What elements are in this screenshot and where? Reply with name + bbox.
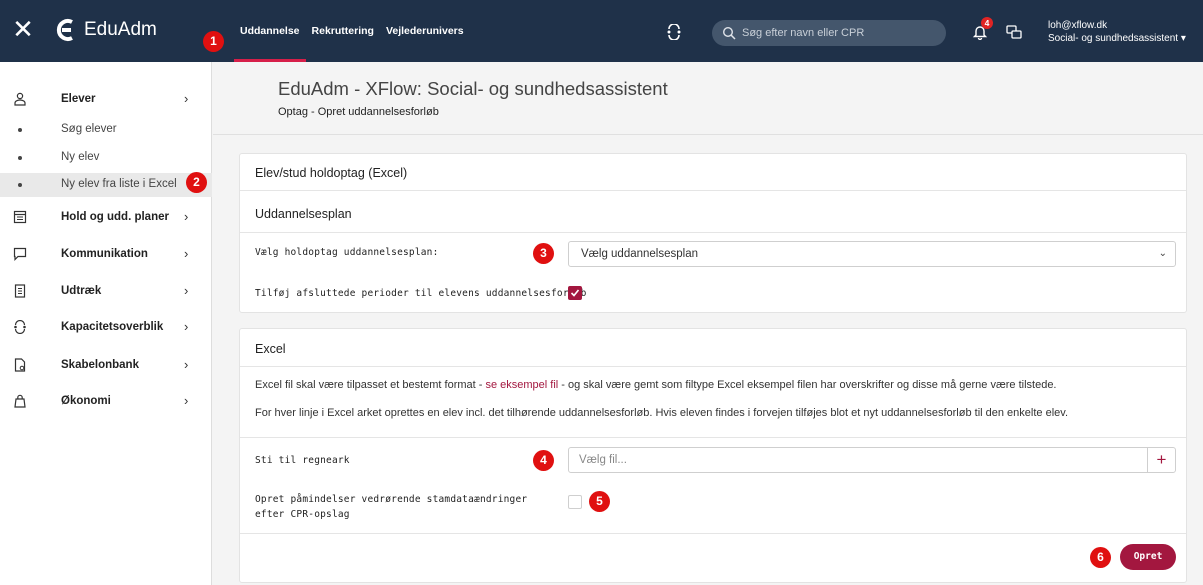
sidebar-item-kapacitet[interactable]: Kapacitetsoverblik › [0,316,212,340]
user-role-line: Social- og sundhedsassistent ▾ [1048,32,1186,45]
opret-button[interactable]: Opret [1120,544,1176,570]
user-email: loh@xflow.dk [1048,20,1108,31]
chat-icon [13,247,27,261]
search-icon [722,26,736,40]
callout-badge: 3 [533,243,554,264]
search-input[interactable] [742,20,938,46]
divider [240,366,1186,367]
card-heading: Excel [255,342,286,356]
document-icon [14,284,26,298]
sidebar-item-elever[interactable]: Elever › [0,88,212,112]
excel-info-text: For hver linje i Excel arket oprettes en… [255,407,1068,419]
divider [240,190,1186,191]
chevron-right-icon: › [184,283,189,298]
user-menu[interactable]: loh@xflow.dk Social- og sundhedsassisten… [1048,19,1186,45]
callout-badge: 4 [533,450,554,471]
periods-label: Tilføj afsluttede perioder til elevens u… [255,288,587,299]
sidebar-item-kommunikation[interactable]: Kommunikation › [0,243,212,267]
sidebar-item-label: Økonomi [61,395,111,407]
top-bar: ✕ EduAdm Uddannelse Rekruttering Vejlede… [0,0,1203,62]
eduadm-logo-icon [56,19,73,41]
periods-checkbox[interactable] [568,286,582,300]
card-heading: Elev/stud holdoptag (Excel) [255,166,408,180]
plan-select[interactable]: Vælg uddannelsesplan ⌄ [568,241,1176,267]
excel-format-text: Excel fil skal være tilpasset et bestemt… [255,379,1057,391]
example-file-link[interactable]: se eksempel fil [485,379,558,391]
chevron-right-icon: › [184,393,189,408]
file-picker[interactable]: + [568,447,1176,473]
chevron-right-icon: › [184,209,189,224]
chevron-down-icon: ⌄ [1158,248,1167,259]
bullet-icon [18,183,22,187]
user-role: Social- og sundhedsassistent [1048,33,1179,44]
search-box[interactable] [712,20,946,46]
file-label: Sti til regneark [255,455,350,466]
callout-badge: 2 [186,172,207,193]
divider [213,134,1203,135]
bag-icon [14,394,26,408]
sidebar-item-label: Hold og udd. planer [61,211,169,223]
chevron-right-icon: › [184,91,189,106]
add-file-button[interactable]: + [1147,448,1175,472]
capacity-icon [14,320,26,334]
chevron-right-icon: › [184,357,189,372]
callout-badge: 5 [589,491,610,512]
sidebar-subitem-label: Ny elev [61,151,100,163]
section-heading: Uddannelsesplan [255,207,352,221]
bullet-icon [18,156,22,160]
divider [240,437,1186,438]
sidebar-item-udtraek[interactable]: Udtræk › [0,280,212,304]
callout-badge: 1 [203,31,224,52]
reminder-label-line: Opret påmindelser vedrørende stamdataænd… [255,494,528,505]
nav-vejlederunivers[interactable]: Vejlederunivers [386,0,464,62]
excel-card: Excel Excel fil skal være tilpasset et b… [239,328,1187,583]
notification-count-badge: 4 [981,17,993,29]
sidebar-subitem-ny-elev-excel[interactable]: Ny elev fra liste i Excel [0,173,212,197]
chevron-right-icon: › [184,319,189,334]
sidebar-subitem-sog-elever[interactable]: Søg elever [0,118,212,142]
excel-text-part: - og skal være gemt som filtype Excel ek… [558,379,1057,391]
excel-text-part: Excel fil skal være tilpasset et bestemt… [255,379,486,391]
sidebar-item-hold[interactable]: Hold og udd. planer › [0,206,212,230]
sidebar: Elever › Søg elever Ny elev Ny elev fra … [0,62,212,585]
calendar-icon [13,210,27,224]
checkmark-icon [570,289,580,297]
sidebar-item-label: Kommunikation [61,248,148,260]
sidebar-item-skabelonbank[interactable]: Skabelonbank › [0,354,212,378]
holdoptag-card: Elev/stud holdoptag (Excel) Uddannelsesp… [239,153,1187,313]
capacity-icon[interactable] [666,24,682,40]
reminder-label: Opret påmindelser vedrørende stamdataænd… [255,492,527,522]
plan-label: Vælg holdoptag uddannelsesplan: [255,247,439,258]
sidebar-subitem-ny-elev[interactable]: Ny elev [0,146,212,170]
sidebar-item-label: Skabelonbank [61,359,139,371]
app-name[interactable]: EduAdm [84,19,157,41]
file-path-input[interactable] [579,448,1139,472]
chevron-down-icon: ▾ [1180,33,1186,44]
main-nav: Uddannelse Rekruttering Vejlederunivers [234,0,464,62]
person-icon [14,92,26,106]
sidebar-item-label: Udtræk [61,285,102,297]
select-value: Vælg uddannelsesplan [581,248,699,260]
sidebar-subitem-label: Ny elev fra liste i Excel [61,178,177,190]
callout-badge: 6 [1090,547,1111,568]
chevron-right-icon: › [184,246,189,261]
page-subtitle: Optag - Opret uddannelsesforløb [278,106,439,118]
sidebar-item-label: Kapacitetsoverblik [61,321,164,333]
close-icon[interactable]: ✕ [12,16,34,42]
bullet-icon [18,128,22,132]
switch-role-icon[interactable] [1006,25,1022,39]
sidebar-item-label: Elever [61,93,96,105]
template-icon [14,358,26,372]
reminder-checkbox[interactable] [568,495,582,509]
divider [240,232,1186,233]
divider [240,533,1186,534]
sidebar-subitem-label: Søg elever [61,123,117,135]
nav-uddannelse[interactable]: Uddannelse [234,0,305,62]
page-title: EduAdm - XFlow: Social- og sundhedsassis… [278,78,668,99]
reminder-label-line: efter CPR-opslag [255,509,350,520]
nav-rekruttering[interactable]: Rekruttering [312,0,374,62]
sidebar-item-okonomi[interactable]: Økonomi › [0,390,212,414]
